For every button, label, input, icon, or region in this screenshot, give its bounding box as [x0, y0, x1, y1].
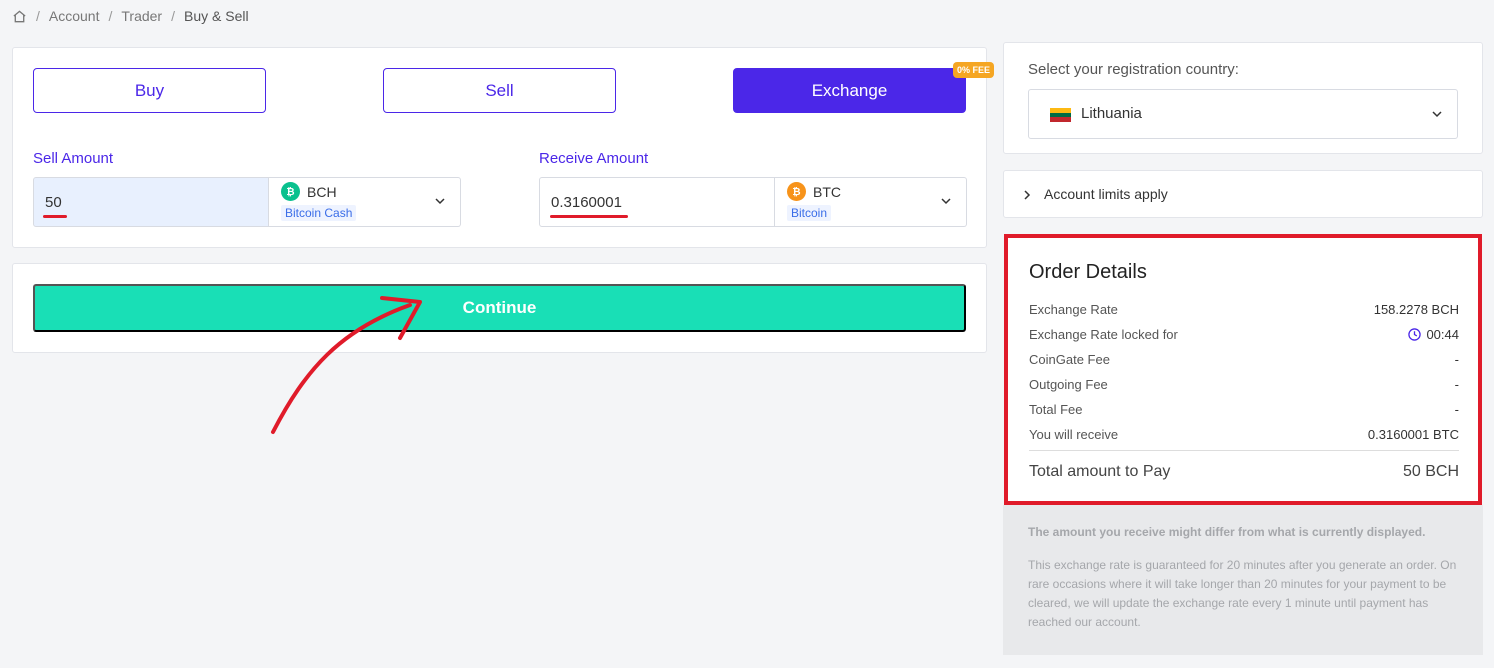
order-row-coingate-fee: CoinGate Fee - — [1029, 352, 1459, 367]
breadcrumb-separator: / — [36, 8, 40, 24]
order-row-value: 0.3160001 BTC — [1367, 427, 1459, 442]
order-row-value-wrap: 00:44 — [1408, 327, 1459, 342]
trade-form-card: Buy Sell Exchange 0% FEE Sell Amount 50 … — [12, 47, 995, 248]
breadcrumb-separator: / — [108, 8, 113, 24]
breadcrumb-trader[interactable]: Trader — [121, 8, 162, 24]
order-row-label: You will receive — [1029, 427, 1119, 442]
tab-sell[interactable]: Sell — [383, 68, 616, 113]
receive-currency-code: BTC — [813, 184, 841, 200]
account-limits-toggle[interactable]: Account limits apply — [1003, 170, 1483, 218]
order-row-value: - — [1454, 377, 1459, 392]
order-row-value: - — [1454, 352, 1459, 367]
account-limits-label: Account limits apply — [1044, 186, 1168, 202]
sell-currency-code: BCH — [307, 184, 337, 200]
svg-text:₿: ₿ — [792, 186, 800, 197]
breadcrumb: / Account / Trader / Buy & Sell — [12, 8, 249, 24]
receive-amount-input[interactable]: 0.3160001 — [539, 177, 775, 227]
receive-amount-label: Receive Amount — [539, 150, 649, 167]
chevron-down-icon — [1432, 111, 1442, 118]
sell-amount-label: Sell Amount — [33, 150, 114, 167]
lithuania-flag-icon — [1050, 108, 1071, 122]
exchange-rate-notice: The amount you receive might differ from… — [1003, 505, 1483, 655]
rate-lock-countdown: 00:44 — [1426, 327, 1459, 342]
tab-exchange[interactable]: Exchange — [733, 68, 966, 113]
continue-card: Continue — [12, 263, 987, 353]
order-row-rate-locked: Exchange Rate locked for 00:44 — [1029, 327, 1459, 342]
country-card: Select your registration country: Lithua… — [1003, 42, 1483, 154]
order-row-you-receive: You will receive 0.3160001 BTC — [1029, 427, 1459, 442]
clock-icon — [1408, 328, 1422, 341]
order-total-value: 50 BCH — [1402, 463, 1459, 480]
order-row-label: Total Fee — [1029, 402, 1083, 417]
sell-amount-input[interactable]: 50 — [33, 177, 269, 227]
chevron-down-icon — [941, 198, 951, 205]
annotation-arrow — [271, 296, 422, 434]
country-select[interactable]: Lithuania — [1028, 89, 1458, 139]
receive-amount-underline — [550, 215, 628, 218]
svg-text:₿: ₿ — [286, 186, 294, 197]
chevron-right-icon — [1024, 190, 1031, 200]
order-row-label: CoinGate Fee — [1029, 352, 1110, 367]
continue-button[interactable]: Continue — [33, 284, 966, 332]
order-row-label: Outgoing Fee — [1029, 377, 1108, 392]
order-row-total-fee: Total Fee - — [1029, 402, 1459, 417]
receive-currency-name: Bitcoin — [787, 205, 832, 221]
order-row-value: 158.2278 BCH — [1373, 302, 1459, 317]
order-details-title: Order Details — [1029, 261, 1147, 283]
home-icon[interactable] — [12, 9, 27, 24]
order-row-value: - — [1454, 402, 1459, 417]
sell-currency-name: Bitcoin Cash — [281, 205, 357, 221]
sell-currency-select[interactable]: ₿ BCH Bitcoin Cash — [269, 177, 461, 227]
zero-fee-badge: 0% FEE — [953, 62, 995, 78]
order-row-label: Exchange Rate locked for — [1029, 327, 1178, 342]
order-total-row: Total amount to Pay 50 BCH — [1029, 463, 1459, 481]
bitcoin-icon: ₿ — [787, 182, 806, 201]
order-details-panel: Order Details Exchange Rate 158.2278 BCH… — [1004, 234, 1482, 505]
country-label: Select your registration country: — [1028, 61, 1239, 78]
country-selected: Lithuania — [1081, 105, 1142, 122]
order-total-label: Total amount to Pay — [1029, 463, 1171, 480]
bitcoin-cash-icon: ₿ — [281, 182, 300, 201]
order-row-outgoing-fee: Outgoing Fee - — [1029, 377, 1459, 392]
order-divider — [1029, 450, 1459, 451]
sell-amount-underline — [43, 215, 67, 218]
notice-heading: The amount you receive might differ from… — [1028, 525, 1426, 539]
notice-text: This exchange rate is guaranteed for 20 … — [1028, 558, 1457, 629]
breadcrumb-current: Buy & Sell — [183, 8, 249, 24]
tab-buy[interactable]: Buy — [33, 68, 266, 113]
order-row-label: Exchange Rate — [1029, 302, 1118, 317]
breadcrumb-account[interactable]: Account — [49, 8, 100, 24]
chevron-down-icon — [435, 198, 445, 205]
breadcrumb-separator: / — [171, 8, 175, 24]
receive-currency-select[interactable]: ₿ BTC Bitcoin — [775, 177, 967, 227]
order-row-exchange-rate: Exchange Rate 158.2278 BCH — [1029, 302, 1459, 317]
